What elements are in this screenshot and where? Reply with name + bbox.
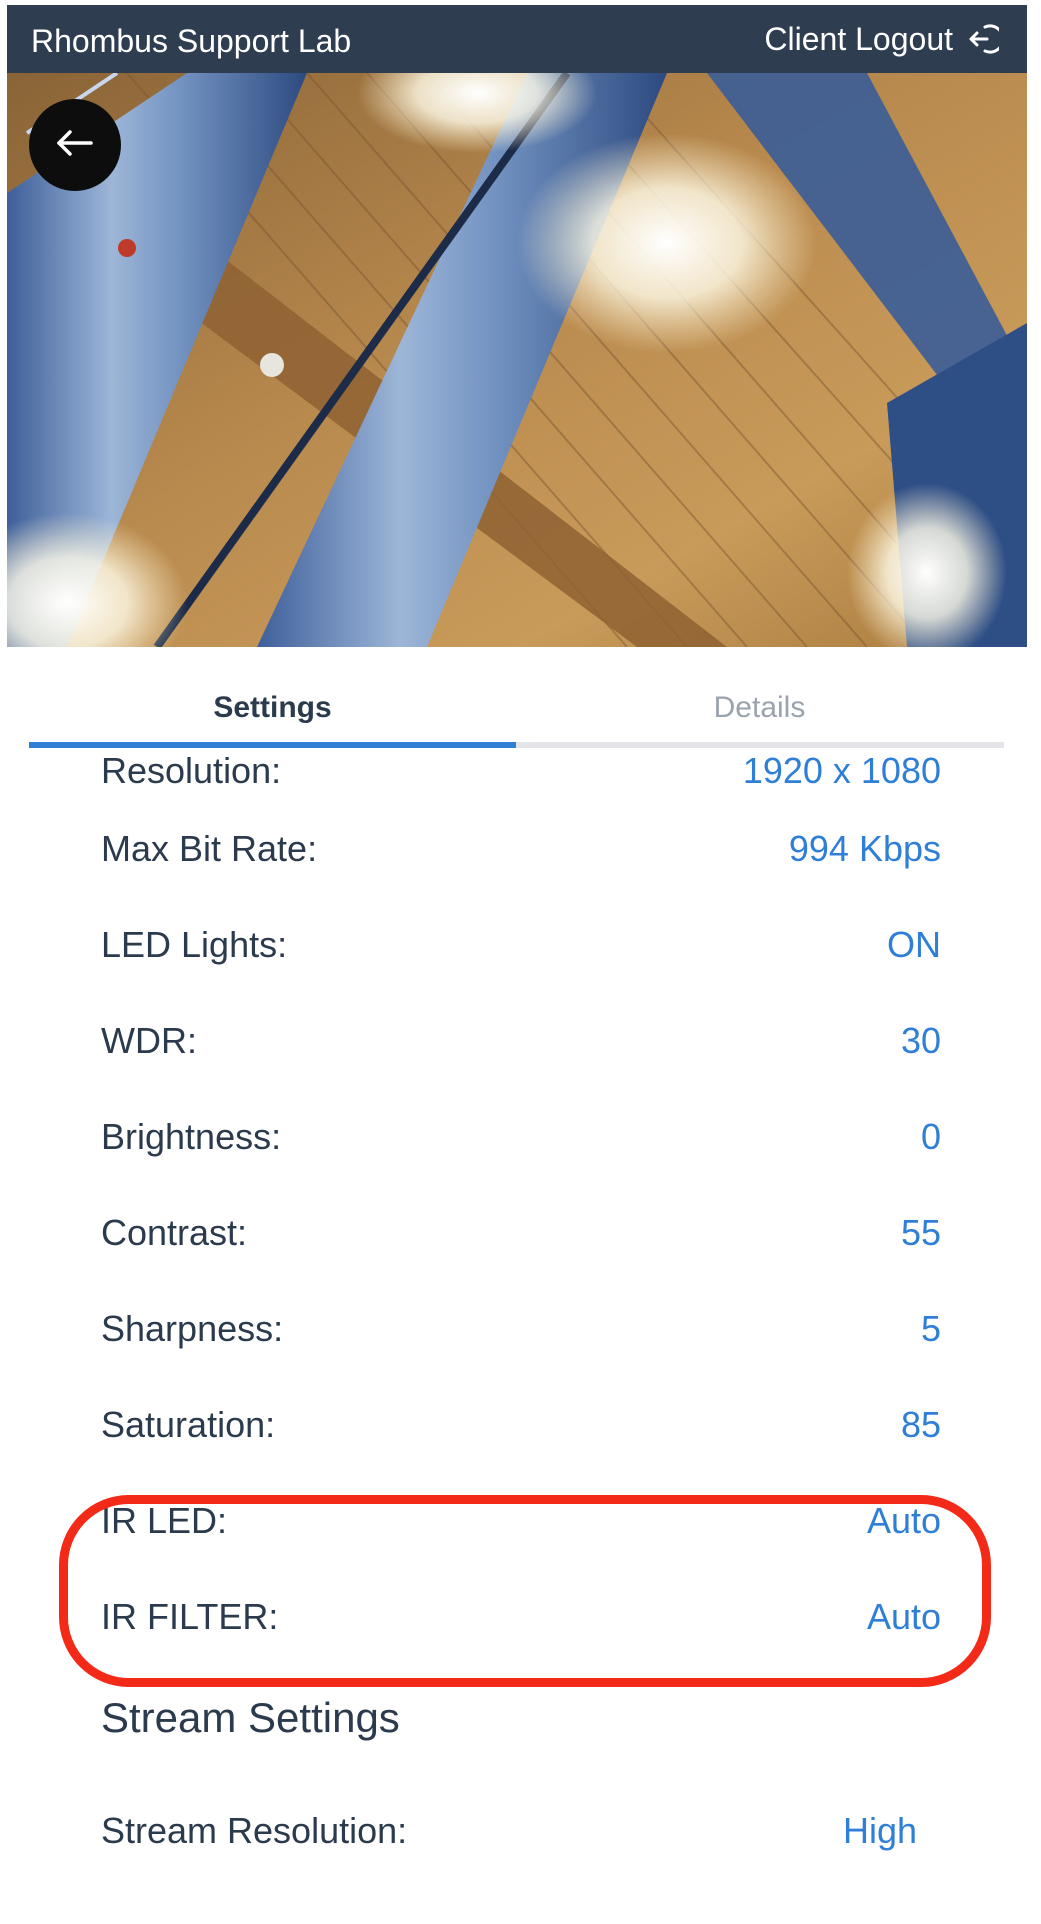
setting-label: Saturation: — [101, 1404, 276, 1445]
setting-row-sharpness: Sharpness: 5 — [101, 1299, 941, 1359]
setting-value[interactable]: 55 — [901, 1203, 941, 1263]
client-logout-label: Client Logout — [764, 21, 953, 57]
setting-row-resolution: Resolution: 1920 x 1080 — [101, 753, 941, 801]
setting-value[interactable]: 5 — [921, 1299, 941, 1359]
setting-row-wdr: WDR: 30 — [101, 1011, 941, 1071]
setting-row-contrast: Contrast: 55 — [101, 1203, 941, 1263]
setting-row-stream-resolution: Stream Resolution: High — [101, 1801, 917, 1861]
app-title: Rhombus Support Lab — [31, 23, 352, 59]
arrow-left-icon — [55, 128, 95, 163]
setting-row-saturation: Saturation: 85 — [101, 1395, 941, 1455]
setting-row-ir-led: IR LED: Auto — [101, 1491, 941, 1551]
setting-row-led-lights: LED Lights: ON — [101, 915, 941, 975]
logout-icon — [965, 22, 999, 56]
setting-label: Stream Resolution: — [101, 1810, 408, 1851]
setting-label: LED Lights: — [101, 924, 288, 965]
setting-value[interactable]: 85 — [901, 1395, 941, 1455]
setting-value[interactable]: High — [843, 1801, 917, 1861]
tab-active-indicator — [29, 742, 516, 748]
setting-label: IR FILTER: — [101, 1596, 279, 1637]
setting-value[interactable]: 0 — [921, 1107, 941, 1167]
setting-row-brightness: Brightness: 0 — [101, 1107, 941, 1167]
client-logout-button[interactable]: Client Logout — [764, 21, 999, 57]
setting-label: Brightness: — [101, 1116, 282, 1157]
setting-label: Sharpness: — [101, 1308, 284, 1349]
camera-frame-graphic — [7, 73, 1027, 647]
setting-value[interactable]: 994 Kbps — [789, 819, 941, 879]
setting-label: IR LED: — [101, 1500, 228, 1541]
setting-row-max-bit-rate: Max Bit Rate: 994 Kbps — [101, 819, 941, 879]
setting-label: Resolution: — [101, 753, 282, 791]
setting-value[interactable]: ON — [887, 915, 941, 975]
setting-row-ir-filter: IR FILTER: Auto — [101, 1587, 941, 1647]
settings-list[interactable]: Resolution: 1920 x 1080 Max Bit Rate: 99… — [7, 753, 1027, 1924]
app-root: Rhombus Support Lab Client Logout Settin… — [7, 5, 1027, 1924]
setting-value[interactable]: Auto — [867, 1587, 941, 1647]
setting-label: WDR: — [101, 1020, 197, 1061]
tab-details[interactable]: Details — [516, 673, 1003, 733]
setting-value[interactable]: 1920 x 1080 — [743, 753, 941, 801]
camera-feed-image — [7, 73, 1027, 647]
setting-value[interactable]: Auto — [867, 1491, 941, 1551]
tab-bar: Settings Details — [29, 673, 1004, 748]
setting-value[interactable]: 30 — [901, 1011, 941, 1071]
stream-settings-heading: Stream Settings — [101, 1694, 400, 1741]
tab-settings[interactable]: Settings — [29, 673, 516, 733]
setting-label: Max Bit Rate: — [101, 828, 318, 869]
top-bar: Rhombus Support Lab Client Logout — [7, 5, 1027, 73]
back-button[interactable] — [29, 99, 121, 191]
setting-label: Contrast: — [101, 1212, 248, 1253]
